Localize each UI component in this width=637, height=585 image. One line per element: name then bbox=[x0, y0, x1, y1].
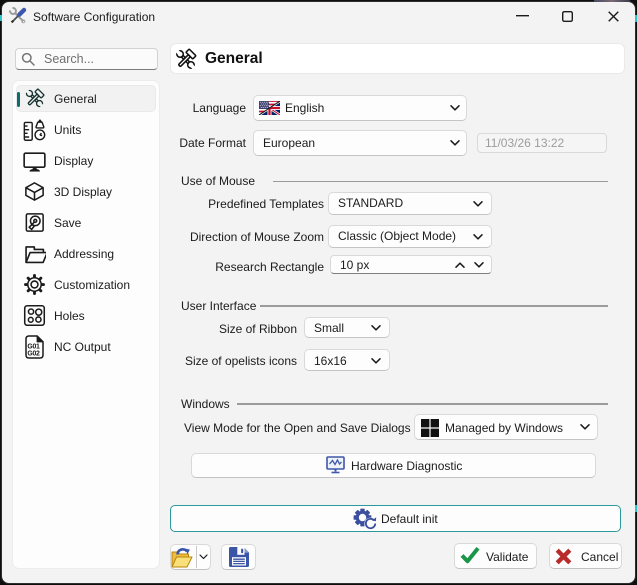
svg-text:G02: G02 bbox=[27, 350, 40, 357]
svg-text:G01: G01 bbox=[27, 343, 40, 350]
